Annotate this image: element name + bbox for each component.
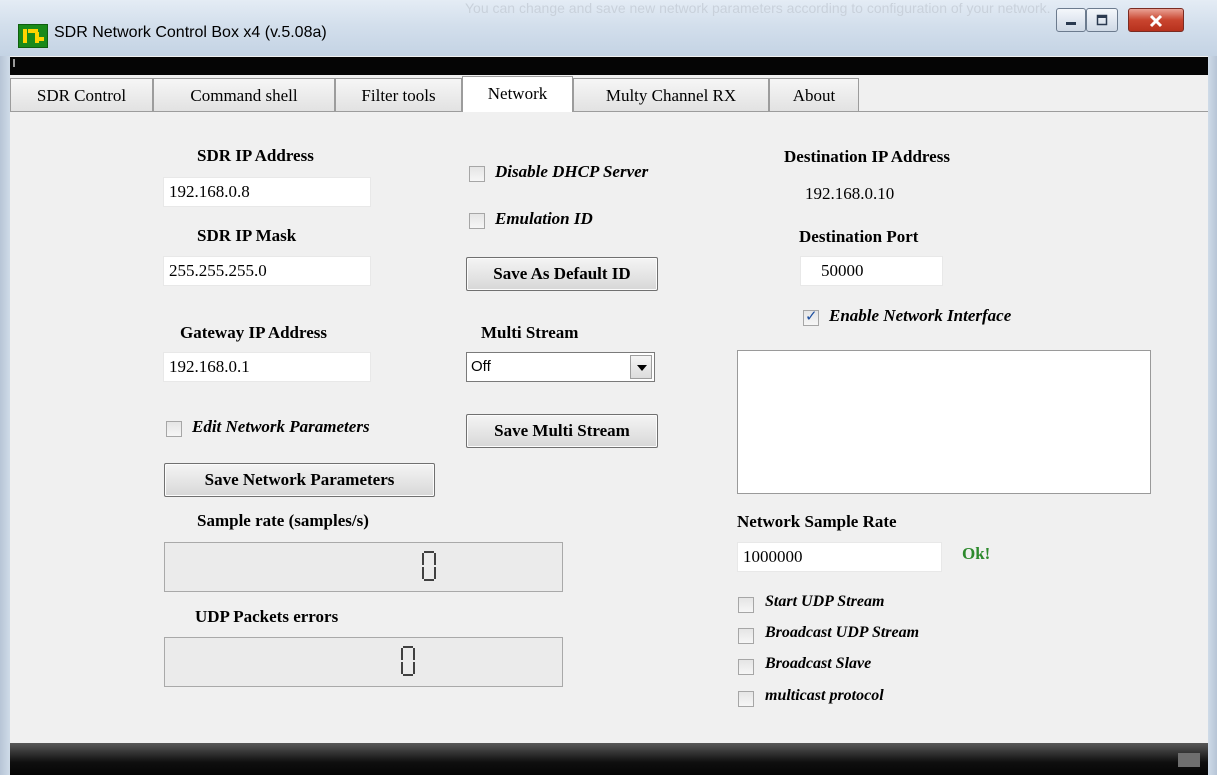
multicast-label: multicast protocol [765, 687, 884, 704]
broadcast-slave-checkbox[interactable] [738, 659, 754, 675]
dest-ip-value: 192.168.0.10 [805, 184, 895, 203]
sdr-mask-field[interactable]: 255.255.255.0 [163, 256, 371, 286]
maximize-button[interactable] [1086, 8, 1118, 32]
maximize-icon [1096, 14, 1108, 26]
app-logo-icon [18, 24, 48, 48]
multi-stream-value: Off [471, 358, 491, 375]
save-multi-stream-button[interactable]: Save Multi Stream [466, 414, 658, 448]
save-network-params-button[interactable]: Save Network Parameters [164, 463, 435, 497]
menu-strip [10, 57, 1208, 75]
edit-params-checkbox[interactable] [166, 421, 182, 437]
broadcast-slave-label: Broadcast Slave [765, 655, 872, 672]
sdr-ip-field[interactable]: 192.168.0.8 [163, 177, 371, 207]
gateway-field[interactable]: 192.168.0.1 [163, 352, 371, 382]
minimize-icon [1066, 22, 1076, 25]
tab-command-shell[interactable]: Command shell [153, 78, 335, 111]
edit-params-label: Edit Network Parameters [192, 417, 370, 436]
lcd-digit [422, 551, 436, 581]
grip-icon[interactable] [13, 59, 15, 67]
save-default-id-button[interactable]: Save As Default ID [466, 257, 658, 291]
dest-port-label: Destination Port [799, 227, 919, 246]
enable-interface-label: Enable Network Interface [829, 306, 1012, 325]
chevron-down-icon[interactable] [630, 355, 652, 379]
title-bar[interactable]: You can change and save new network para… [0, 0, 1217, 56]
tab-sdr-control[interactable]: SDR Control [10, 78, 153, 111]
close-icon [1149, 14, 1163, 28]
resize-grip-icon[interactable] [1178, 753, 1200, 767]
net-sample-rate-label: Network Sample Rate [737, 512, 897, 531]
tab-about[interactable]: About [769, 78, 859, 111]
multi-stream-label: Multi Stream [481, 323, 579, 342]
tab-filter-tools[interactable]: Filter tools [335, 78, 462, 111]
status-bar [10, 743, 1208, 775]
net-sample-rate-status: Ok! [962, 544, 991, 563]
disable-dhcp-checkbox[interactable] [469, 166, 485, 182]
multi-stream-select[interactable]: Off [466, 352, 655, 382]
disable-dhcp-label: Disable DHCP Server [495, 162, 649, 181]
sdr-mask-label: SDR IP Mask [197, 226, 297, 245]
tab-multy-channel-rx[interactable]: Multy Channel RX [573, 78, 769, 111]
sample-rate-label: Sample rate (samples/s) [197, 511, 369, 530]
enable-interface-checkbox[interactable] [803, 307, 819, 326]
start-udp-label: Start UDP Stream [765, 593, 885, 610]
close-button[interactable] [1128, 8, 1184, 32]
lcd-digit [401, 646, 415, 676]
broadcast-udp-checkbox[interactable] [738, 628, 754, 644]
udp-errors-label: UDP Packets errors [195, 607, 339, 626]
dest-ip-label: Destination IP Address [784, 147, 950, 166]
multicast-checkbox[interactable] [738, 691, 754, 707]
sdr-ip-label: SDR IP Address [197, 146, 314, 165]
window-title: SDR Network Control Box x4 (v.5.08a) [54, 24, 327, 41]
tab-bar: SDR Control Command shell Filter tools N… [10, 76, 1208, 112]
dest-port-field[interactable]: 50000 [800, 256, 943, 286]
sample-rate-display: 0 [164, 542, 563, 592]
net-sample-rate-field[interactable]: 1000000 [737, 542, 942, 572]
network-log-box[interactable] [737, 350, 1151, 494]
gateway-label: Gateway IP Address [180, 323, 328, 342]
minimize-button[interactable] [1056, 8, 1086, 32]
udp-errors-display: 0 [164, 637, 563, 687]
app-window: You can change and save new network para… [0, 0, 1217, 775]
window-frame-right [1208, 56, 1217, 775]
window-frame-left [0, 56, 10, 775]
emulation-id-label: Emulation ID [495, 209, 593, 228]
start-udp-checkbox[interactable] [738, 597, 754, 613]
background-window-text: You can change and save new network para… [465, 0, 1051, 16]
emulation-id-checkbox[interactable] [469, 213, 485, 229]
tab-network[interactable]: Network [462, 76, 573, 112]
broadcast-udp-label: Broadcast UDP Stream [765, 624, 920, 641]
